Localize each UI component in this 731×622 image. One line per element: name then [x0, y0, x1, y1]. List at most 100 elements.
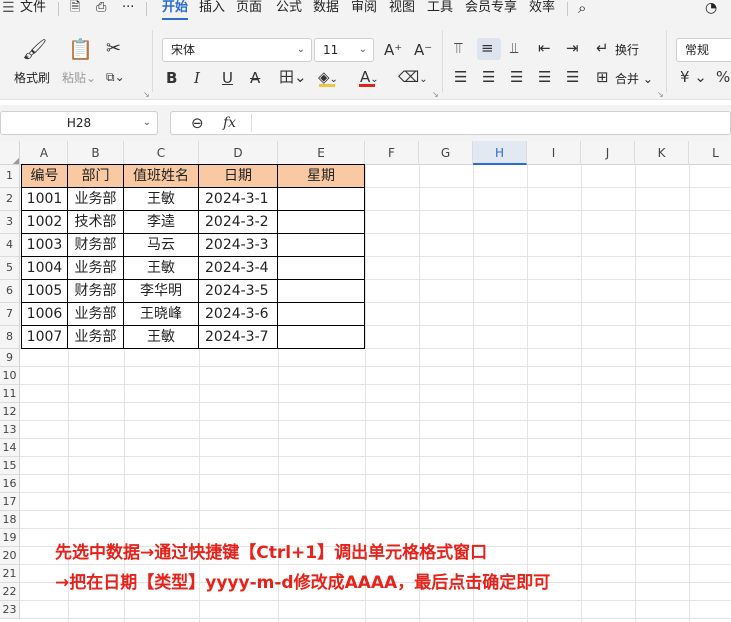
table-cell[interactable]	[278, 234, 365, 257]
table-cell[interactable]: 2024-3-1	[199, 188, 278, 211]
row-header[interactable]: 10	[0, 367, 20, 385]
column-header-d[interactable]: D	[199, 141, 278, 165]
distributed-icon[interactable]: ☰	[566, 68, 579, 86]
align-right-icon[interactable]: ☰	[510, 68, 523, 86]
table-cell[interactable]: 2024-3-4	[199, 257, 278, 280]
table-cell[interactable]: 马云	[124, 234, 199, 257]
column-header-l[interactable]: L	[689, 141, 731, 165]
table-header-cell[interactable]: 编号	[22, 165, 68, 188]
table-cell[interactable]	[278, 303, 365, 326]
percent-icon[interactable]: %	[716, 68, 730, 86]
strikethrough-icon[interactable]: A	[250, 69, 260, 87]
table-header-cell[interactable]: 日期	[199, 165, 278, 188]
merge-label[interactable]: 合并 ⌄	[615, 70, 653, 87]
table-cell[interactable]: 业务部	[68, 257, 124, 280]
column-header-e[interactable]: E	[278, 141, 365, 165]
table-header-cell[interactable]: 部门	[68, 165, 124, 188]
save-icon[interactable]: 🗎	[70, 0, 80, 18]
table-cell[interactable]: 1005	[22, 280, 68, 303]
align-launcher-icon[interactable]: ↘	[657, 90, 664, 99]
format-painter-label[interactable]: 格式刷	[14, 69, 50, 86]
number-format-select[interactable]: 常规	[676, 38, 731, 62]
italic-icon[interactable]: I	[194, 69, 200, 87]
row-header[interactable]: 16	[0, 475, 20, 493]
align-center-icon[interactable]: ☰	[482, 68, 495, 86]
tab-efficiency[interactable]: 效率	[529, 0, 555, 18]
table-cell[interactable]	[278, 211, 365, 234]
row-header[interactable]: 3	[0, 211, 20, 234]
tab-home[interactable]: 开始	[162, 0, 188, 18]
align-middle-icon[interactable]: ≡	[481, 39, 494, 57]
wrap-text-label[interactable]: 换行	[615, 41, 639, 58]
underline-icon[interactable]: U	[222, 69, 233, 87]
format-painter-icon[interactable]: 🖌	[22, 39, 47, 59]
table-cell[interactable]: 业务部	[68, 326, 124, 349]
row-header[interactable]: 23	[0, 601, 20, 619]
select-all-corner[interactable]: ◢	[0, 141, 20, 165]
table-cell[interactable]	[278, 188, 365, 211]
increase-indent-icon[interactable]: ⇥	[566, 39, 579, 57]
row-header[interactable]: 17	[0, 493, 20, 511]
row-header[interactable]: 22	[0, 583, 20, 601]
row-header[interactable]: 19	[0, 529, 20, 547]
column-header-a[interactable]: A	[21, 141, 68, 165]
print-icon[interactable]: ⎙	[96, 0, 106, 18]
table-cell[interactable]: 李华明	[124, 280, 199, 303]
table-header-cell[interactable]: 星期	[278, 165, 365, 188]
clipboard-launcher-icon[interactable]: ↘	[143, 90, 150, 99]
table-cell[interactable]: 2024-3-3	[199, 234, 278, 257]
table-cell[interactable]: 财务部	[68, 280, 124, 303]
table-cell[interactable]: 王敏	[124, 326, 199, 349]
paste-label[interactable]: 粘贴⌄	[62, 69, 96, 86]
fx-icon[interactable]: fx	[223, 114, 236, 132]
table-cell[interactable]: 王敏	[124, 188, 199, 211]
formula-input[interactable]: ⊖ fx	[170, 111, 731, 135]
table-header-cell[interactable]: 值班姓名	[124, 165, 199, 188]
increase-font-icon[interactable]: A⁺	[384, 41, 402, 59]
row-header[interactable]: 20	[0, 547, 20, 565]
menu-file[interactable]: 文件	[20, 0, 46, 18]
assistant-icon[interactable]: ◔	[705, 0, 717, 18]
border-icon[interactable]: 田⌄	[279, 68, 307, 86]
row-header[interactable]: 18	[0, 511, 20, 529]
table-cell[interactable]: 2024-3-7	[199, 326, 278, 349]
table-cell[interactable]	[278, 257, 365, 280]
wrap-text-icon[interactable]: ↵	[596, 39, 609, 57]
table-cell[interactable]: 技术部	[68, 211, 124, 234]
row-header[interactable]: 7	[0, 303, 20, 326]
row-header[interactable]: 8	[0, 326, 20, 349]
row-header[interactable]: 12	[0, 403, 20, 421]
more-icon[interactable]: ···	[122, 0, 134, 18]
tab-view[interactable]: 视图	[389, 0, 415, 18]
zoom-icon[interactable]: ⊖	[191, 114, 204, 132]
table-cell[interactable]: 王晓峰	[124, 303, 199, 326]
column-header-i[interactable]: I	[527, 141, 581, 165]
align-bottom-icon[interactable]: ⫫	[510, 39, 518, 57]
table-cell[interactable]	[278, 326, 365, 349]
font-name-select[interactable]: 宋体 ⌄	[162, 38, 312, 62]
row-header[interactable]: 14	[0, 439, 20, 457]
row-header[interactable]: 4	[0, 234, 20, 257]
merge-icon[interactable]: ⊞	[596, 68, 609, 86]
table-cell[interactable]	[278, 280, 365, 303]
align-left-icon[interactable]: ☰	[454, 68, 467, 86]
clear-format-icon[interactable]: ⌫⌄	[398, 68, 428, 89]
tab-insert[interactable]: 插入	[199, 0, 225, 18]
search-icon[interactable]: ⌕	[578, 0, 586, 18]
table-cell[interactable]: 王敏	[124, 257, 199, 280]
tab-data[interactable]: 数据	[313, 0, 339, 18]
column-header-k[interactable]: K	[635, 141, 689, 165]
column-header-f[interactable]: F	[365, 141, 419, 165]
font-size-select[interactable]: 11 ⌄	[314, 38, 374, 62]
row-header[interactable]: 1	[0, 165, 20, 188]
column-header-c[interactable]: C	[124, 141, 199, 165]
row-header[interactable]: 5	[0, 257, 20, 280]
menu-toggle-icon[interactable]: ☰	[2, 0, 15, 18]
align-top-icon[interactable]: ⫪	[454, 39, 462, 57]
column-header-g[interactable]: G	[419, 141, 473, 165]
name-box[interactable]: H28 ⌄	[0, 111, 158, 135]
table-cell[interactable]: 财务部	[68, 234, 124, 257]
column-header-h[interactable]: H	[473, 141, 527, 165]
row-header[interactable]: 21	[0, 565, 20, 583]
table-cell[interactable]: 业务部	[68, 303, 124, 326]
